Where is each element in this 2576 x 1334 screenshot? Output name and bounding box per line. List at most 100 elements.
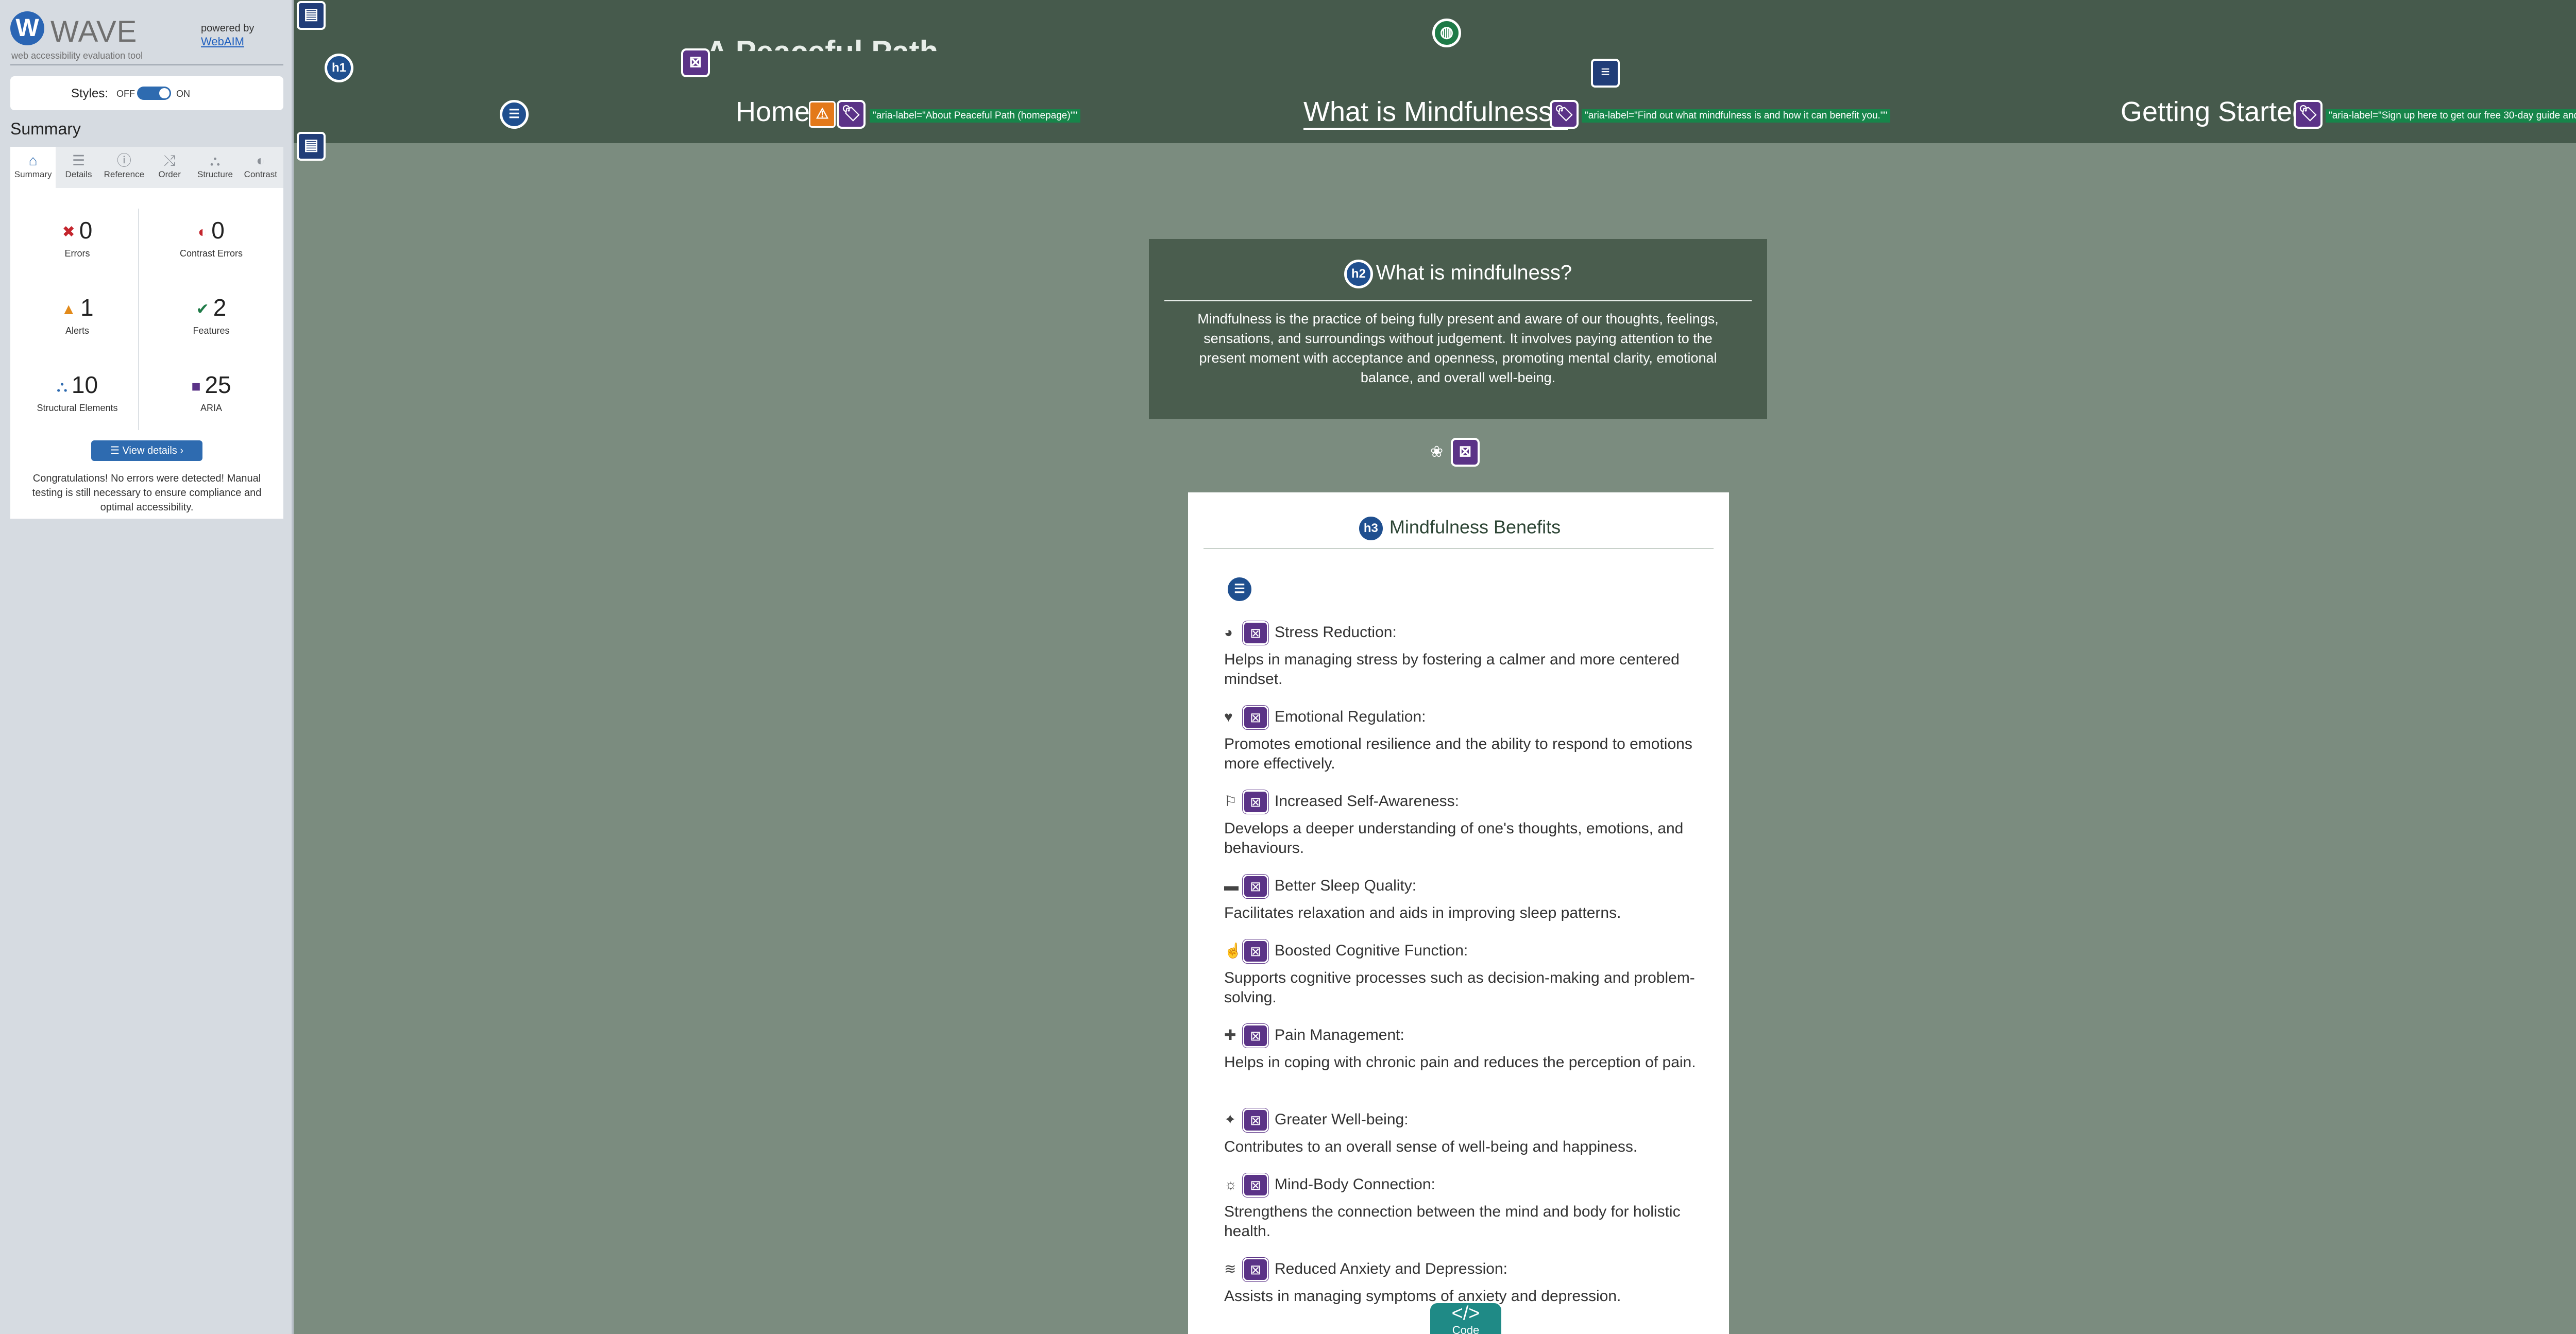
benefits-heading: h3 Mindfulness Benefits	[1188, 514, 1729, 543]
tab-reference[interactable]: ⓘ Reference	[101, 147, 147, 188]
aria-hidden-icon[interactable]: ⊠	[1243, 939, 1268, 963]
tab-order[interactable]: ⤭ Order	[147, 147, 192, 188]
tab-label: Structure	[197, 169, 233, 179]
benefit-desc: Facilitates relaxation and aids in impro…	[1224, 904, 1621, 921]
site-header: A Peaceful Path ▤ h1 ⊠ ◍ ≡ ☰ ▤ Home ⚠ 🏷 …	[294, 0, 2576, 161]
aria-label-icon[interactable]: 🏷	[2294, 100, 2323, 129]
aria-hidden-icon[interactable]: ⊠	[1243, 1258, 1268, 1281]
what-heading: h2 What is mindfulness?	[1149, 260, 1767, 288]
styles-off-label: OFF	[116, 89, 135, 99]
list-icon[interactable]: ☰	[1225, 575, 1254, 604]
aria-label-what: "aria-label="Find out what mindfulness i…	[1582, 109, 1891, 123]
tab-summary[interactable]: ⌂ Summary	[10, 147, 56, 188]
list-icon: ☰	[110, 445, 123, 456]
benefit-desc: Supports cognitive processes such as dec…	[1224, 969, 1695, 1006]
benefit-item: ✚ ⊠ Pain Management: Helps in coping with c…	[1224, 1024, 1698, 1072]
styles-on-label: ON	[176, 89, 190, 99]
aria-hidden-icon[interactable]: ⊠	[1451, 438, 1480, 467]
wave-brand: W WAVE web accessibility evaluation tool…	[10, 11, 289, 65]
tab-structure[interactable]: ⛬ Structure	[192, 147, 238, 188]
stat-value: 0	[211, 217, 225, 244]
nav-getting-started[interactable]: Getting Started	[2121, 96, 2308, 128]
aria-hidden-icon[interactable]: ⊠	[1243, 1108, 1268, 1132]
aria-hidden-icon[interactable]: ⊠	[1243, 790, 1268, 814]
powered-by: powered by	[201, 23, 255, 34]
decorative-icons: ❀ ⊠	[1430, 438, 1482, 469]
webaim-link[interactable]: WebAIM	[201, 35, 244, 48]
contrast-icon: ◐	[256, 152, 265, 168]
aria-hidden-icon[interactable]: ⊠	[1243, 875, 1268, 898]
h3-icon[interactable]: h3	[1356, 514, 1385, 543]
region-icon[interactable]: ▤	[297, 1, 326, 30]
tab-details[interactable]: ☰ Details	[56, 147, 101, 188]
benefit-item: ♥ ⊠ Emotional Regulation: Promotes emotiona…	[1224, 706, 1698, 774]
aria-hidden-icon[interactable]: ⊠	[1243, 621, 1268, 645]
site-title: A Peaceful Path	[706, 35, 939, 69]
structure-icon: ⛬	[56, 378, 67, 395]
stat-alerts: ▲ 1 Alerts	[15, 294, 139, 355]
brain-icon: ◕	[1224, 624, 1233, 640]
benefit-title: Emotional Regulation:	[1275, 708, 1426, 725]
aria-label-icon[interactable]: 🏷	[837, 100, 866, 129]
wave-sidebar: W WAVE web accessibility evaluation tool…	[0, 0, 294, 1334]
h2-icon[interactable]: h2	[1344, 260, 1373, 288]
benefit-title: Pain Management:	[1275, 1026, 1404, 1044]
benefit-title: Reduced Anxiety and Depression:	[1275, 1260, 1507, 1277]
stat-aria: ■ 25 ARIA	[149, 371, 273, 433]
benefit-title: Mind-Body Connection:	[1275, 1175, 1435, 1193]
aria-icon: ■	[191, 378, 201, 395]
info-icon: ⓘ	[116, 152, 131, 168]
nav-what-is-mindfulness[interactable]: What is Mindfulness?	[1303, 96, 1568, 130]
medkit-icon: ✚	[1224, 1027, 1236, 1043]
what-heading-text: What is mindfulness?	[1376, 261, 1572, 284]
language-icon[interactable]: ◍	[1432, 19, 1461, 47]
heart-icon: ♥	[1224, 708, 1233, 725]
aria-hidden-icon[interactable]: ⊠	[681, 48, 710, 77]
benefit-desc: Helps in coping with chronic pain and re…	[1224, 1054, 1696, 1071]
stat-contrast-errors: ◐ 0 Contrast Errors	[149, 216, 273, 278]
aria-hidden-icon[interactable]: ⊠	[1243, 706, 1268, 729]
benefit-title: Increased Self-Awareness:	[1275, 792, 1459, 810]
region-icon[interactable]: ▤	[297, 132, 326, 161]
code-label: Code	[1452, 1324, 1480, 1334]
benefit-desc: Helps in managing stress by fostering a …	[1224, 651, 1680, 688]
stat-value: 25	[205, 371, 231, 398]
navigation-icon[interactable]: ≡	[1591, 59, 1620, 88]
code-toggle-button[interactable]: </> Code	[1430, 1303, 1501, 1334]
benefit-item: ☝ ⊠ Boosted Cognitive Function: Supports co…	[1224, 939, 1698, 1007]
aria-label-icon[interactable]: 🏷	[1550, 100, 1579, 129]
stat-structural: ⛬ 10 Structural Elements	[15, 371, 139, 433]
benefit-desc: Strengthens the connection between the m…	[1224, 1203, 1681, 1240]
brand-divider	[10, 64, 283, 65]
view-details-button[interactable]: ☰ View details ›	[91, 440, 202, 461]
redundant-link-alert-icon[interactable]: ⚠	[809, 101, 836, 128]
view-details-label: View details ›	[122, 445, 184, 456]
tab-contrast[interactable]: ◐ Contrast	[238, 147, 283, 188]
wind-icon: ≋	[1224, 1260, 1236, 1277]
stat-value: 0	[79, 217, 93, 244]
h1-icon[interactable]: h1	[325, 54, 353, 82]
benefit-item: ≋ ⊠ Reduced Anxiety and Depression: Assists…	[1224, 1258, 1698, 1306]
stat-label: Errors	[64, 248, 90, 259]
stat-value: 1	[80, 294, 94, 321]
stat-label: Structural Elements	[37, 403, 118, 413]
benefit-title: Better Sleep Quality:	[1275, 877, 1417, 894]
nav-home[interactable]: Home	[736, 96, 810, 128]
summary-heading: Summary	[10, 119, 81, 138]
stat-label: Features	[193, 326, 230, 336]
toggle-knob	[159, 88, 170, 98]
list-icon: ☰	[72, 152, 86, 168]
list-icon[interactable]: ☰	[500, 100, 529, 129]
benefit-item: ▬ ⊠ Better Sleep Quality: Facilitates relax…	[1224, 875, 1698, 923]
wave-logo-icon: W	[10, 11, 44, 45]
benefit-desc: Promotes emotional resilience and the ab…	[1224, 736, 1692, 772]
aria-label-home: "aria-label="About Peaceful Path (homepa…	[870, 109, 1081, 123]
aria-hidden-icon[interactable]: ⊠	[1243, 1173, 1268, 1197]
stat-label: Alerts	[65, 326, 89, 336]
stat-value: 2	[213, 294, 227, 321]
tab-label: Order	[158, 169, 181, 179]
styles-toggle[interactable]	[137, 87, 171, 100]
aria-hidden-icon[interactable]: ⊠	[1243, 1024, 1268, 1048]
wave-tagline: web accessibility evaluation tool	[11, 50, 143, 61]
congrats-message: Congratulations! No errors were detected…	[32, 473, 262, 513]
